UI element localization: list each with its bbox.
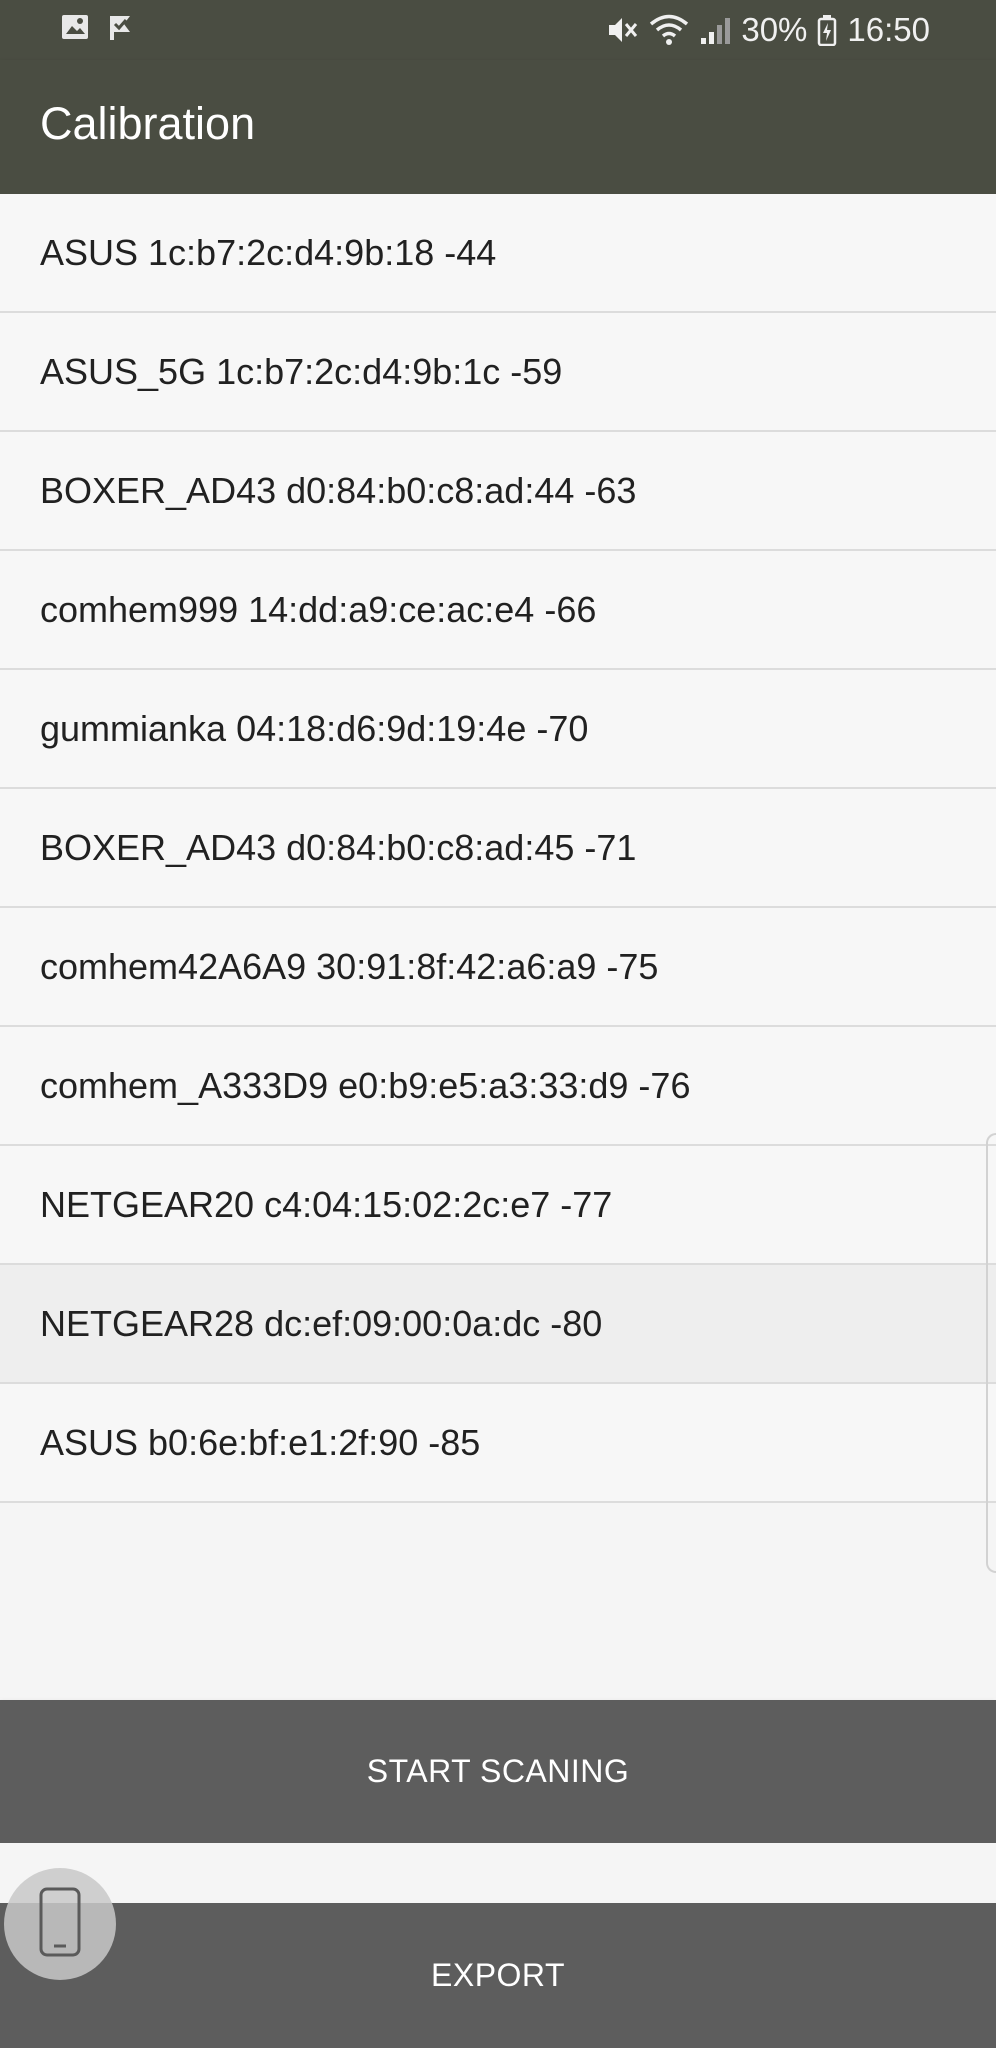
network-label: comhem999 14:dd:a9:ce:ac:e4 -66: [40, 588, 597, 630]
check-flag-icon: [106, 12, 136, 42]
list-item[interactable]: gummianka 04:18:d6:9d:19:4e -70: [0, 670, 996, 789]
start-scanning-button[interactable]: START SCANING: [0, 1700, 996, 1843]
network-label: BOXER_AD43 d0:84:b0:c8:ad:45 -71: [40, 826, 637, 868]
list-item[interactable]: ASUS_5G 1c:b7:2c:d4:9b:1c -59: [0, 313, 996, 432]
gallery-icon: [60, 12, 90, 42]
network-label: NETGEAR20 c4:04:15:02:2c:e7 -77: [40, 1183, 613, 1225]
phone-icon: [38, 1886, 82, 1963]
export-button[interactable]: EXPORT: [0, 1903, 996, 2048]
system-icons: 30% 16:50: [605, 10, 930, 50]
network-label: NETGEAR28 dc:ef:09:00:0a:dc -80: [40, 1302, 603, 1344]
wifi-icon: [649, 13, 689, 47]
list-item[interactable]: comhem_A333D9 e0:b9:e5:a3:33:d9 -76: [0, 1027, 996, 1146]
list-item[interactable]: ASUS b0:6e:bf:e1:2f:90 -85: [0, 1384, 996, 1503]
network-label: comhem_A333D9 e0:b9:e5:a3:33:d9 -76: [40, 1064, 691, 1106]
clock: 16:50: [847, 11, 930, 48]
list-item[interactable]: BOXER_AD43 d0:84:b0:c8:ad:45 -71: [0, 789, 996, 908]
edge-panel-handle[interactable]: [986, 1133, 996, 1573]
list-item[interactable]: NETGEAR20 c4:04:15:02:2c:e7 -77: [0, 1146, 996, 1265]
network-label: BOXER_AD43 d0:84:b0:c8:ad:44 -63: [40, 469, 637, 511]
list-item[interactable]: NETGEAR28 dc:ef:09:00:0a:dc -80: [0, 1265, 996, 1384]
signal-icon: [699, 14, 731, 46]
network-label: gummianka 04:18:d6:9d:19:4e -70: [40, 707, 589, 749]
battery-percent: 30%: [741, 11, 808, 48]
app-bar: Calibration: [0, 60, 996, 194]
list-item[interactable]: comhem42A6A9 30:91:8f:42:a6:a9 -75: [0, 908, 996, 1027]
status-bar: 30% 16:50: [0, 0, 996, 60]
network-label: ASUS b0:6e:bf:e1:2f:90 -85: [40, 1421, 481, 1463]
button-separator: [0, 1843, 996, 1903]
network-label: ASUS_5G 1c:b7:2c:d4:9b:1c -59: [40, 350, 563, 392]
network-list[interactable]: ASUS 1c:b7:2c:d4:9b:18 -44 ASUS_5G 1c:b7…: [0, 194, 996, 1503]
list-item[interactable]: BOXER_AD43 d0:84:b0:c8:ad:44 -63: [0, 432, 996, 551]
mute-icon: [605, 13, 639, 47]
network-label: comhem42A6A9 30:91:8f:42:a6:a9 -75: [40, 945, 659, 987]
floating-phone-button[interactable]: [4, 1868, 116, 1980]
network-label: ASUS 1c:b7:2c:d4:9b:18 -44: [40, 231, 497, 273]
list-item[interactable]: ASUS 1c:b7:2c:d4:9b:18 -44: [0, 194, 996, 313]
battery-icon: [817, 14, 837, 46]
page-title: Calibration: [40, 98, 256, 149]
notification-icons: [60, 12, 136, 42]
list-item[interactable]: comhem999 14:dd:a9:ce:ac:e4 -66: [0, 551, 996, 670]
